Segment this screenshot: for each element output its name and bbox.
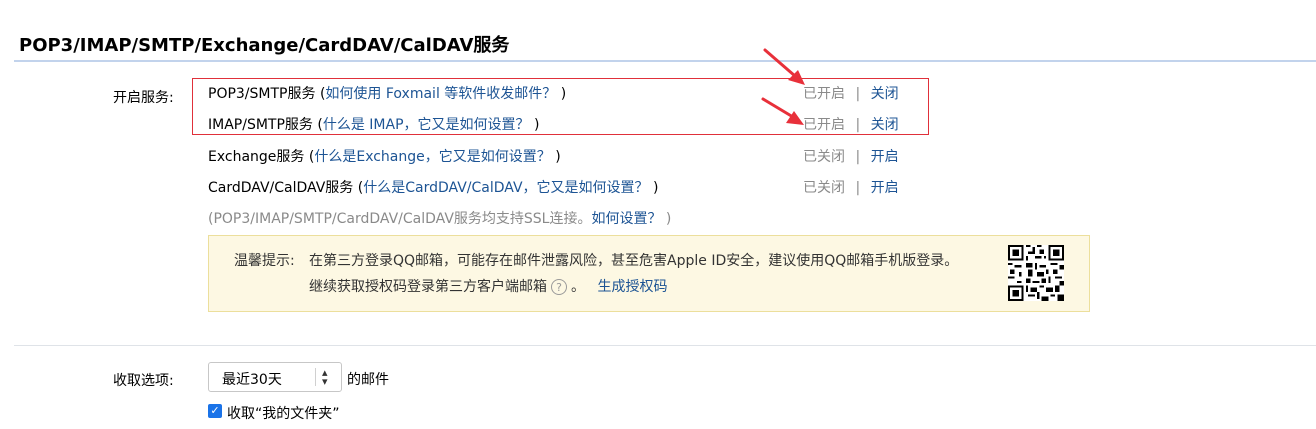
question-circle-icon[interactable]: ? <box>551 279 567 295</box>
ssl-howto-link[interactable]: 如何设置？ <box>591 211 661 227</box>
checkmark-icon: ✓ <box>210 404 220 417</box>
receive-suffix: 的邮件 <box>347 372 389 388</box>
receive-options-label: 收取选项: <box>113 373 174 389</box>
red-arrow-icon <box>761 97 804 125</box>
generate-auth-code-link[interactable]: 生成授权码 <box>597 279 667 295</box>
receive-my-folders-checkbox[interactable]: ✓ <box>208 404 222 418</box>
service-name: CardDAV/CalDAV服务 <box>208 180 354 196</box>
ssl-note: (POP3/IMAP/SMTP/CardDAV/CalDAV服务均支持SSL连接… <box>208 211 672 227</box>
tip-line-1: 在第三方登录QQ邮箱，可能存在邮件泄露风险，甚至危害Apple ID安全，建议使… <box>309 253 959 269</box>
help-link-foxmail[interactable]: 如何使用 Foxmail 等软件收发邮件？ <box>325 86 556 102</box>
receive-range-select[interactable]: 最近30天 ▴ ▾ <box>208 362 342 392</box>
disable-imap-button[interactable]: 关闭 <box>871 117 899 133</box>
disable-pop3-button[interactable]: 关闭 <box>871 86 899 102</box>
services-label: 开启服务: <box>113 90 174 106</box>
service-row-carddav: CardDAV/CalDAV服务 (什么是CardDAV/CalDAV，它又是如… <box>208 180 659 196</box>
qr-code-icon <box>1008 245 1064 301</box>
select-divider <box>315 368 316 386</box>
receive-my-folders-label[interactable]: 收取“我的文件夹” <box>227 403 340 423</box>
service-status-pop3: 已开启 | 关闭 <box>803 86 899 102</box>
service-name: Exchange服务 <box>208 149 305 165</box>
help-link-imap[interactable]: 什么是 IMAP，它又是如何设置？ <box>323 117 530 133</box>
tip-prefix: 温馨提示: <box>234 253 295 269</box>
service-status-exchange: 已关闭 | 开启 <box>803 149 899 165</box>
service-row-imap: IMAP/SMTP服务 (什么是 IMAP，它又是如何设置？ ) <box>208 117 540 133</box>
service-row-exchange: Exchange服务 (什么是Exchange，它又是如何设置？ ) <box>208 149 561 165</box>
service-name: IMAP/SMTP服务 <box>208 117 313 133</box>
red-arrow-icon <box>763 48 805 85</box>
tip-box: 温馨提示: 在第三方登录QQ邮箱，可能存在邮件泄露风险，甚至危害Apple ID… <box>208 235 1090 312</box>
service-status-imap: 已开启 | 关闭 <box>803 117 899 133</box>
up-down-caret-icon: ▴ ▾ <box>322 366 328 388</box>
section-divider <box>14 345 1316 346</box>
help-link-carddav[interactable]: 什么是CardDAV/CalDAV，它又是如何设置？ <box>363 180 648 196</box>
title-divider <box>14 60 1316 62</box>
service-name: POP3/SMTP服务 <box>208 86 316 102</box>
service-status-carddav: 已关闭 | 开启 <box>803 180 899 196</box>
enable-exchange-button[interactable]: 开启 <box>871 149 899 165</box>
section-title: POP3/IMAP/SMTP/Exchange/CardDAV/CalDAV服务 <box>19 35 510 56</box>
select-value: 最近30天 <box>222 372 282 388</box>
help-link-exchange[interactable]: 什么是Exchange，它又是如何设置？ <box>314 149 550 165</box>
status-text: 已关闭 <box>803 180 845 196</box>
enable-carddav-button[interactable]: 开启 <box>871 180 899 196</box>
status-text: 已关闭 <box>803 149 845 165</box>
service-row-pop3: POP3/SMTP服务 (如何使用 Foxmail 等软件收发邮件？ ) <box>208 86 567 102</box>
tip-line-2: 继续获取授权码登录第三方客户端邮箱?。 生成授权码 <box>309 279 668 295</box>
